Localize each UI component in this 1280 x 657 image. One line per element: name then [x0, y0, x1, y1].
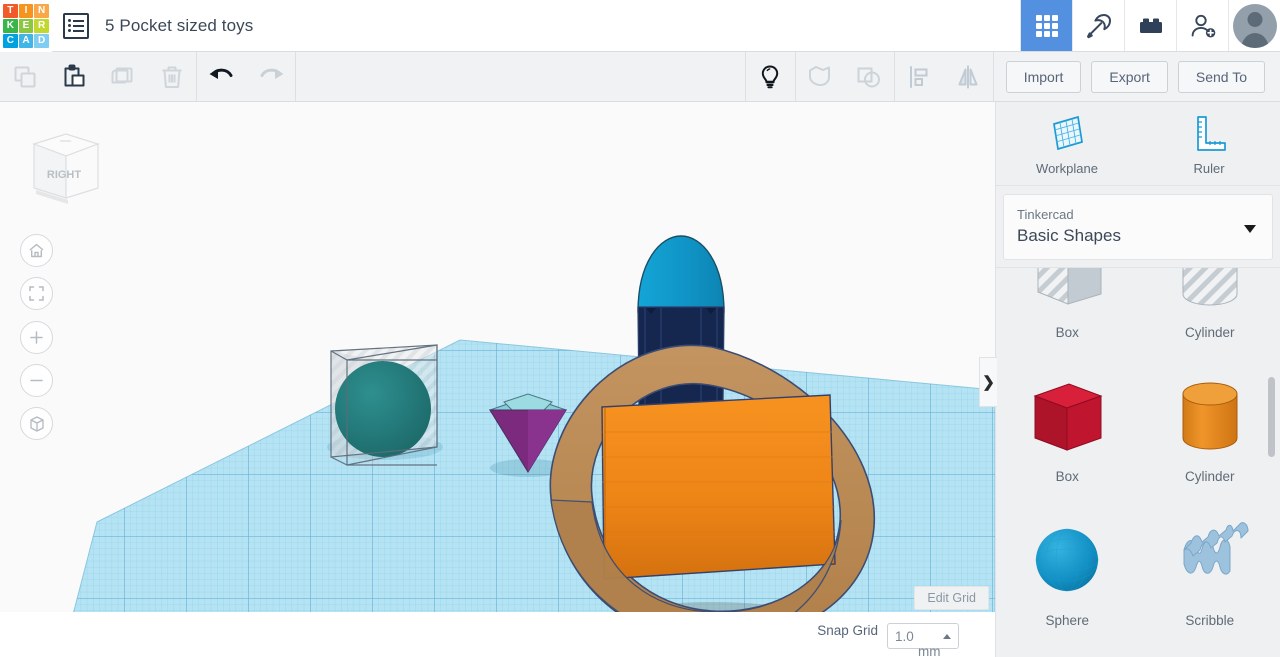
edit-grid-button[interactable]: Edit Grid: [914, 586, 989, 610]
shape-thumbnail: [1164, 267, 1256, 323]
logo-letter-d: D: [34, 34, 49, 48]
import-button[interactable]: Import: [1006, 61, 1082, 93]
chevron-down-icon: [1244, 225, 1256, 233]
shape-thumbnail: [1164, 369, 1256, 467]
avatar[interactable]: [1228, 0, 1280, 51]
shape-gallery[interactable]: Box Cylind: [996, 267, 1280, 657]
lightbulb-icon[interactable]: [746, 52, 795, 101]
shape-category-name: Basic Shapes: [1017, 225, 1259, 248]
ungroup-icon[interactable]: [845, 52, 894, 101]
shape-box-hole[interactable]: Box: [996, 267, 1139, 357]
align-icon[interactable]: [895, 52, 944, 101]
view-cube-label: RIGHT: [47, 169, 82, 181]
shape-cylinder-solid[interactable]: Cylinder: [1139, 357, 1280, 501]
logo-letter-r: R: [34, 19, 49, 33]
logo-letter-e: E: [19, 19, 34, 33]
snap-grid-label: Snap Grid: [817, 623, 878, 638]
shape-label: Cylinder: [1185, 325, 1235, 340]
undo-icon[interactable]: [197, 52, 246, 101]
export-button[interactable]: Export: [1091, 61, 1167, 93]
shape-label: Box: [1056, 469, 1079, 484]
add-person-icon[interactable]: [1176, 0, 1228, 51]
delete-icon[interactable]: [147, 52, 196, 101]
shape-box-solid[interactable]: Box: [996, 357, 1139, 501]
zoom-in-button[interactable]: [20, 321, 53, 354]
perspective-toggle-button[interactable]: [20, 407, 53, 440]
zoom-out-button[interactable]: [20, 364, 53, 397]
logo-grid: TIN KER CAD: [3, 4, 49, 48]
snap-grid-unit: mm: [918, 644, 941, 657]
duplicate-icon[interactable]: [98, 52, 147, 101]
list-icon-row: [68, 19, 84, 22]
fit-to-view-button[interactable]: [20, 277, 53, 310]
shape-scribble[interactable]: Scribble: [1139, 501, 1280, 645]
group-icon[interactable]: [796, 52, 845, 101]
shape-thumbnail: [1021, 267, 1113, 323]
shapes-panel: ❯ Workplane: [995, 102, 1280, 657]
shape-gallery-grid: Box Cylind: [996, 267, 1280, 645]
design-title[interactable]: 5 Pocket sized toys: [105, 16, 253, 36]
send-to-button[interactable]: Send To: [1178, 61, 1265, 93]
grid-gallery-icon[interactable]: [1020, 0, 1072, 51]
workplane-tool-label: Workplane: [1036, 161, 1098, 176]
tinkercad-logo[interactable]: TIN KER CAD: [0, 0, 52, 52]
shape-library-name: Tinkercad: [1017, 205, 1259, 225]
pickaxe-icon[interactable]: [1072, 0, 1124, 51]
list-icon-row: [68, 24, 84, 27]
home-view-button[interactable]: [20, 234, 53, 267]
avatar-image: [1233, 4, 1277, 48]
shape-gallery-scrollbar[interactable]: [1268, 377, 1275, 457]
shape-label: Sphere: [1045, 613, 1089, 628]
lego-brick-icon[interactable]: [1124, 0, 1176, 51]
workplane-tool[interactable]: Workplane: [996, 111, 1138, 176]
logo-letter-k: K: [3, 19, 18, 33]
ruler-tool[interactable]: Ruler: [1138, 111, 1280, 176]
header-spacer: [253, 0, 1020, 51]
app-header: TIN KER CAD 5 Pocket sized toys: [0, 0, 1280, 52]
list-icon[interactable]: [63, 13, 89, 39]
toolbar-spacer: [296, 52, 745, 101]
hole-box-group: [331, 345, 437, 465]
main-toolbar: Import Export Send To: [0, 52, 1280, 102]
logo-letter-i: I: [19, 4, 34, 18]
ruler-tool-label: Ruler: [1193, 161, 1224, 176]
shape-label: Scribble: [1185, 613, 1234, 628]
paste-icon[interactable]: [49, 52, 98, 101]
history-tool-group: [197, 52, 295, 101]
view-cube[interactable]: RIGHT: [24, 126, 104, 206]
tinkercad-app: TIN KER CAD 5 Pocket sized toys: [0, 0, 1280, 657]
panel-tool-row: Workplane Ruler: [996, 102, 1280, 186]
3d-scene: [0, 102, 995, 657]
shape-sphere[interactable]: Sphere: [996, 501, 1139, 645]
caret-up-icon: [943, 634, 951, 639]
ruler-icon: [1187, 111, 1231, 155]
logo-letter-a: A: [19, 34, 34, 48]
workplane-icon: [1045, 111, 1089, 155]
mirror-icon[interactable]: [944, 52, 993, 101]
shape-label: Cylinder: [1185, 469, 1235, 484]
chevron-right-icon[interactable]: ❯: [979, 357, 997, 407]
shape-thumbnail: [1021, 513, 1113, 611]
shape-cylinder-hole[interactable]: Cylinder: [1139, 267, 1280, 357]
redo-icon[interactable]: [246, 52, 295, 101]
orange-cylinder: [602, 395, 835, 579]
teal-sphere: [335, 361, 431, 457]
list-icon-row: [68, 29, 84, 32]
shape-thumbnail: [1164, 513, 1256, 611]
canvas-bottom-bar: Snap Grid 1.0: [0, 612, 995, 657]
logo-letter-c: C: [3, 34, 18, 48]
shape-label: Box: [1056, 325, 1079, 340]
shape-library-selector[interactable]: Tinkercad Basic Shapes: [1003, 194, 1273, 260]
3d-viewport[interactable]: RIGHT: [0, 102, 995, 657]
logo-letter-n: N: [34, 4, 49, 18]
copy-icon[interactable]: [0, 52, 49, 101]
snap-grid-value: 1.0: [895, 629, 914, 644]
edit-tool-group: [0, 52, 196, 101]
shape-thumbnail: [1021, 369, 1113, 467]
action-button-group: Import Export Send To: [994, 52, 1280, 101]
logo-letter-t: T: [3, 4, 18, 18]
